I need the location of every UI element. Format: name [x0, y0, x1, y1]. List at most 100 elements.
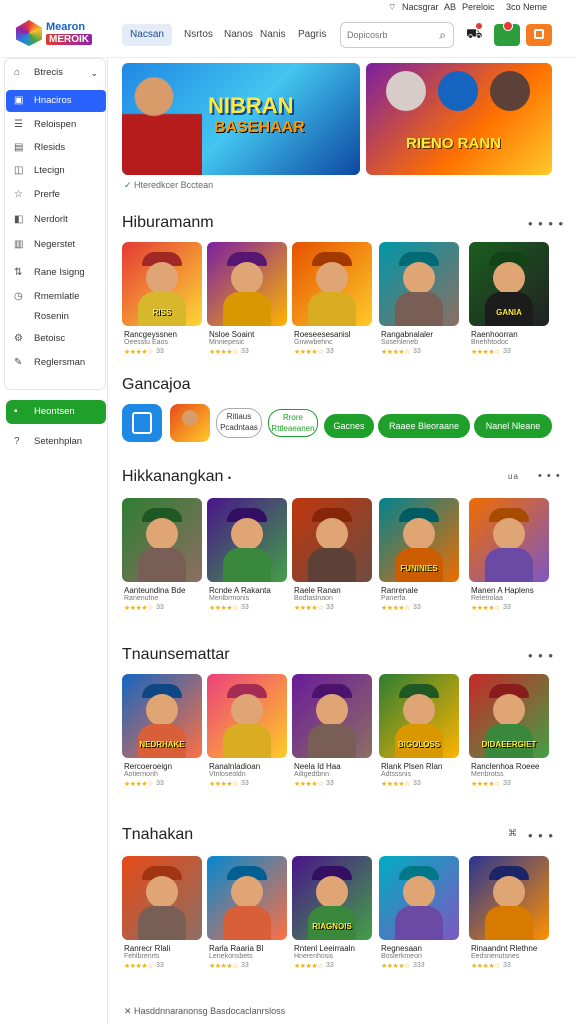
game-card[interactable]: Ranrecr Rlali Fehlbrenrts ★★★★☆ 33: [122, 856, 202, 976]
game-card[interactable]: Rinaandnt Rlethne Eedsnenutsnes ★★★★☆ 33: [469, 856, 549, 976]
search-input[interactable]: [347, 28, 431, 42]
section-more-1[interactable]: ua: [508, 472, 519, 481]
game-card[interactable]: Rangabnalaler Sosenleneb ★★★★☆ 33: [379, 242, 459, 362]
app-glyph-icon: [132, 412, 152, 434]
game-card[interactable]: Ranalnladioan Vtnloseoldn ★★★★☆ 33: [207, 674, 287, 794]
sidebar-item-2[interactable]: ☰ Reloispen: [6, 114, 106, 136]
nav-tab-2[interactable]: Nanos: [218, 24, 259, 46]
game-art[interactable]: [292, 498, 372, 582]
orange-action-button[interactable]: [526, 24, 552, 46]
game-art[interactable]: [379, 856, 459, 940]
game-card[interactable]: Manen A Haplens Reletrolaa ★★★★☆ 33: [469, 498, 549, 618]
section-share-icon[interactable]: ⌘: [508, 828, 518, 839]
game-card[interactable]: Aanteundina Bde Ranenutne ★★★★☆ 33: [122, 498, 202, 618]
game-card[interactable]: Raele Ranan Bodtaslnaon ★★★★☆ 33: [292, 498, 372, 618]
chevron-down-icon[interactable]: ⌄: [90, 62, 98, 84]
banner-1[interactable]: RIENO RANN: [366, 63, 552, 175]
sidebar-item-9[interactable]: ◷ Rmemlatle: [6, 286, 106, 308]
sidebar-item-10[interactable]: Rosenin: [6, 306, 106, 328]
nav-tab-0[interactable]: Nacsan: [122, 24, 172, 46]
sidebar-item-7[interactable]: ▥ Negerstet: [6, 234, 106, 256]
game-card[interactable]: GANIA Raenhoorran Bnehhtodoc ★★★★☆ 33: [469, 242, 549, 362]
game-subtitle: Reletrolaa: [471, 595, 503, 602]
game-art[interactable]: [122, 856, 202, 940]
game-card[interactable]: RISS Rancgeyssnen Oeesstu Eaos ★★★★☆ 33: [122, 242, 202, 362]
game-card[interactable]: Regnesaan Boslerkmeon ★★★★☆ 333: [379, 856, 459, 976]
banner-0[interactable]: NIBRAN BASEHAAR: [122, 63, 360, 175]
game-card[interactable]: BIGOLOSS Rlank Plsen Rlan Adtsssnis ★★★★☆ 33: [379, 674, 459, 794]
game-art[interactable]: RISS: [122, 242, 202, 326]
close-icon[interactable]: ✕: [124, 1006, 134, 1016]
section-more-dots-1[interactable]: • • •: [538, 470, 561, 482]
section-more-2[interactable]: • • •: [528, 648, 554, 663]
section-more-0[interactable]: • • • •: [528, 216, 564, 231]
game-card[interactable]: FUNINIES Ranrenale Panerfa ★★★★☆ 33: [379, 498, 459, 618]
sidebar-item-4[interactable]: ◫ Ltecign: [6, 160, 106, 182]
game-subtitle: Bnehhtodoc: [471, 339, 509, 346]
sidebar-bottom-item[interactable]: ? Setenhplan: [6, 431, 106, 453]
game-card[interactable]: Roeseesesanisl Gnwwbehnc ★★★★☆ 33: [292, 242, 372, 362]
game-card[interactable]: Rarla Raaria Bl Lenekonsbets ★★★★☆ 33: [207, 856, 287, 976]
chip-3[interactable]: Raaee Bleoraane: [378, 414, 470, 438]
sidebar-item-8[interactable]: ⇅ Rane Isigng: [6, 262, 106, 284]
app-icon-blue[interactable]: [122, 404, 162, 442]
game-art[interactable]: [292, 242, 372, 326]
chip-1[interactable]: Rrore Rttleaeanen: [268, 409, 318, 437]
game-card[interactable]: DIDAEERGIET Ranclenhoa Roeee Menbrotss ★★★★…: [469, 674, 549, 794]
banner-character-1a: [386, 71, 426, 111]
game-card[interactable]: RIAGNOIS Rntenl Leeirraaln Hnerenhosis ★★★★…: [292, 856, 372, 976]
game-art[interactable]: [207, 498, 287, 582]
chip-4[interactable]: Nanel Nleane: [474, 414, 552, 438]
verified-note: ✓ Hteredkcer Bcctean: [124, 180, 214, 190]
game-art[interactable]: [207, 674, 287, 758]
character-face: [316, 876, 348, 908]
sidebar-item-12[interactable]: ✎ Reglersman: [6, 352, 106, 374]
sidebar-cta-button[interactable]: ▪ Heontsen: [6, 400, 106, 424]
game-card[interactable]: Nsloe Soaint Mnniepesic ★★★★☆ 33: [207, 242, 287, 362]
game-art[interactable]: [207, 242, 287, 326]
sidebar-item-6[interactable]: ◧ Nerdorlt: [6, 209, 106, 231]
game-art[interactable]: [379, 242, 459, 326]
app-icon-game[interactable]: [170, 404, 210, 442]
nav-tab-4[interactable]: Pagris: [292, 24, 332, 46]
sidebar-item-5[interactable]: ☆ Prerfe: [6, 184, 106, 206]
game-art[interactable]: [292, 674, 372, 758]
game-subtitle: Gnwwbehnc: [294, 339, 333, 346]
sidebar-item-11[interactable]: ⚙ Betoisc: [6, 328, 106, 350]
nav-tab-1[interactable]: Nsrtos: [178, 24, 219, 46]
sidebar-item-3[interactable]: ▤ Rlesids: [6, 137, 106, 159]
green-action-button[interactable]: [494, 21, 520, 46]
game-art[interactable]: FUNINIES: [379, 498, 459, 582]
search-icon[interactable]: ⌕: [439, 28, 446, 43]
notification-dot: [476, 23, 482, 29]
tag-icon: ◧: [14, 214, 24, 225]
game-art[interactable]: [122, 498, 202, 582]
game-card[interactable]: Neela Id Haa Ailtgedtbnn ★★★★☆ 33: [292, 674, 372, 794]
chip-0[interactable]: Ritiaus Pcadntaas: [216, 408, 262, 438]
banner-title-0: NIBRAN: [208, 93, 294, 118]
logo-title: Mearon: [46, 21, 86, 33]
game-art[interactable]: RIAGNOIS: [292, 856, 372, 940]
nav-tab-3[interactable]: Nanis: [254, 24, 292, 46]
game-art[interactable]: DIDAEERGIET: [469, 674, 549, 758]
rating-count: 33: [326, 604, 334, 611]
game-card[interactable]: NEDRHAKE Rercoeroeign Aotiernonh ★★★★☆ 33: [122, 674, 202, 794]
game-name: Ranalnladioan: [209, 762, 261, 771]
game-subtitle: Panerfa: [381, 595, 406, 602]
rating-stars: ★★★★☆: [124, 781, 153, 788]
game-art[interactable]: NEDRHAKE: [122, 674, 202, 758]
sidebar-item-1[interactable]: ▣ Hnaciros: [6, 90, 106, 112]
section-more-3[interactable]: • • •: [528, 828, 554, 843]
game-art[interactable]: [207, 856, 287, 940]
game-art[interactable]: [469, 856, 549, 940]
game-card[interactable]: Rcnde A Rakanta Menlbrmonis ★★★★☆ 33: [207, 498, 287, 618]
game-name: Rlank Plsen Rlan: [381, 762, 443, 771]
game-art[interactable]: GANIA: [469, 242, 549, 326]
app-logo[interactable]: Mearon MEROIK: [16, 18, 94, 50]
sidebar-item-0[interactable]: ⌂ Btrecis ⌄: [6, 62, 106, 84]
game-art[interactable]: [469, 498, 549, 582]
rating-count: 33: [413, 604, 421, 611]
chat-icon: ◫: [14, 165, 24, 176]
game-art[interactable]: BIGOLOSS: [379, 674, 459, 758]
chip-2[interactable]: Gacnes: [324, 414, 374, 438]
